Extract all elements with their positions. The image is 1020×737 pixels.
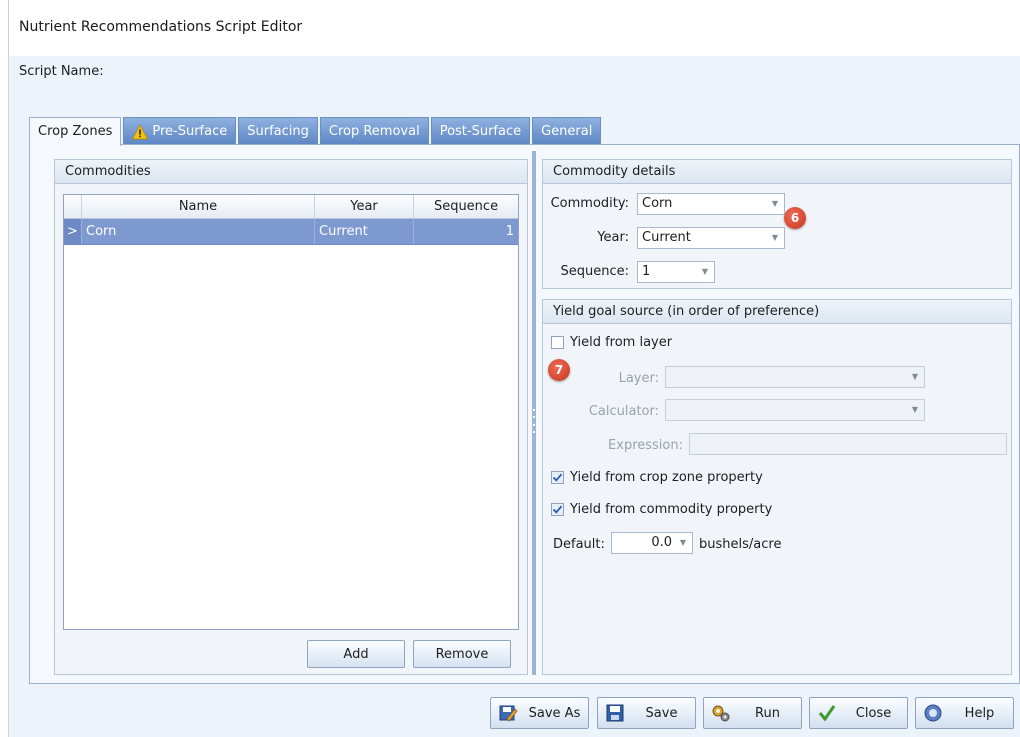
close-button[interactable]: Close	[809, 697, 908, 729]
yield-goal-header: Yield goal source (in order of preferenc…	[543, 300, 1011, 324]
sequence-select[interactable]: 1 ▼	[637, 261, 715, 283]
tab-general[interactable]: General	[532, 117, 602, 145]
row-indicator-header	[64, 195, 82, 218]
default-yield-unit: bushels/acre	[699, 537, 782, 552]
yield-from-commodity-option[interactable]: Yield from commodity property	[551, 502, 772, 517]
help-button[interactable]: Help	[915, 697, 1014, 729]
chevron-down-icon: ▼	[679, 538, 686, 547]
year-select[interactable]: Current ▼	[637, 227, 785, 249]
checkmark-icon	[816, 702, 838, 724]
checkmark-icon	[552, 505, 563, 514]
tab-pre-surface[interactable]: Pre-Surface	[123, 117, 237, 145]
expression-input[interactable]	[689, 433, 1007, 455]
tab-surfacing[interactable]: Surfacing	[238, 117, 318, 145]
tab-crop-removal[interactable]: Crop Removal	[319, 117, 429, 145]
yield-goal-group: Yield goal source (in order of preferenc…	[542, 299, 1012, 675]
save-as-icon	[497, 702, 519, 724]
calculator-label: Calculator:	[588, 404, 659, 419]
commodity-select[interactable]: Corn ▼	[637, 193, 785, 215]
cell-sequence[interactable]: 1	[414, 219, 518, 244]
yield-from-crop-zone-option[interactable]: Yield from crop zone property	[551, 470, 763, 485]
save-button[interactable]: Save	[597, 697, 696, 729]
cell-name[interactable]: Corn	[82, 219, 315, 244]
splitter-grip	[532, 409, 536, 433]
default-yield-spinner[interactable]: 0.0 ▼	[611, 532, 693, 554]
yield-from-crop-zone-checkbox[interactable]	[551, 471, 564, 484]
sequence-label: Sequence:	[560, 264, 629, 279]
help-icon	[922, 702, 944, 724]
tab-label: Crop Zones	[38, 124, 113, 139]
callout-badge-7: 7	[548, 359, 570, 381]
yield-from-commodity-checkbox[interactable]	[551, 503, 564, 516]
chevron-down-icon: ▼	[701, 267, 708, 276]
grid-header: Name Year Sequence	[64, 195, 518, 219]
chevron-down-icon: ▼	[771, 233, 778, 242]
row-indicator: >	[64, 219, 82, 244]
tab-label: Pre-Surface	[152, 123, 228, 139]
sequence-value: 1	[642, 264, 651, 279]
commodity-details-header: Commodity details	[543, 160, 1011, 184]
help-label: Help	[964, 705, 995, 721]
cell-year[interactable]: Current	[315, 219, 414, 244]
warning-icon	[132, 123, 149, 140]
yield-from-commodity-label: Yield from commodity property	[570, 502, 773, 517]
save-as-button[interactable]: Save As	[490, 697, 589, 729]
gears-run-icon	[710, 702, 732, 724]
default-label: Default:	[553, 537, 605, 552]
title-bar: Nutrient Recommendations Script Editor	[9, 0, 1020, 56]
floppy-disk-icon	[604, 702, 626, 724]
script-name-label: Script Name:	[19, 64, 104, 79]
tab-label: Surfacing	[247, 123, 309, 139]
commodity-label: Commodity:	[550, 196, 629, 211]
commodities-grid[interactable]: Name Year Sequence > Corn Current 1	[63, 194, 519, 630]
chevron-down-icon: ▼	[911, 372, 918, 381]
tab-post-surface[interactable]: Post-Surface	[430, 117, 531, 145]
commodity-value: Corn	[642, 196, 673, 211]
callout-badge-6: 6	[784, 207, 806, 229]
yield-from-layer-label: Yield from layer	[570, 335, 673, 350]
run-label: Run	[755, 705, 780, 721]
column-header-year[interactable]: Year	[315, 195, 414, 218]
editor-window: Nutrient Recommendations Script Editor S…	[8, 0, 1020, 737]
year-label: Year:	[597, 230, 629, 245]
chevron-down-icon: ▼	[911, 405, 918, 414]
commodity-details-group: Commodity details Commodity: Corn ▼ Year…	[542, 159, 1012, 289]
layer-select[interactable]: ▼	[665, 366, 925, 388]
tab-label: General	[541, 123, 593, 139]
commodities-group: Commodities Name Year Sequence > Corn Cu…	[54, 159, 528, 675]
tab-label: Post-Surface	[439, 123, 522, 139]
yield-from-crop-zone-label: Yield from crop zone property	[570, 470, 763, 485]
tab-label: Crop Removal	[328, 123, 420, 139]
crop-zones-panel: Commodities Name Year Sequence > Corn Cu…	[29, 144, 1020, 684]
chevron-down-icon: ▼	[771, 199, 778, 208]
year-value: Current	[642, 230, 691, 245]
remove-button[interactable]: Remove	[413, 640, 511, 668]
table-row[interactable]: > Corn Current 1	[64, 219, 518, 245]
save-label: Save	[645, 705, 678, 721]
yield-from-layer-option[interactable]: Yield from layer	[551, 335, 672, 350]
run-button[interactable]: Run	[703, 697, 802, 729]
column-header-name[interactable]: Name	[82, 195, 315, 218]
yield-from-layer-checkbox[interactable]	[551, 336, 564, 349]
close-label: Close	[855, 705, 892, 721]
add-button[interactable]: Add	[307, 640, 405, 668]
tab-crop-zones[interactable]: Crop Zones	[29, 117, 122, 146]
commodities-header: Commodities	[55, 160, 527, 184]
expression-label: Expression:	[608, 438, 683, 453]
column-header-sequence[interactable]: Sequence	[414, 195, 518, 218]
tab-strip: Crop Zones Pre-Surface Surfacing Crop Re…	[29, 117, 603, 146]
save-as-label: Save As	[528, 705, 581, 721]
panel-splitter[interactable]	[532, 151, 536, 675]
checkmark-icon	[552, 473, 563, 482]
window-title: Nutrient Recommendations Script Editor	[19, 19, 303, 35]
default-yield-value: 0.0	[651, 535, 672, 550]
calculator-select[interactable]: ▼	[665, 399, 925, 421]
